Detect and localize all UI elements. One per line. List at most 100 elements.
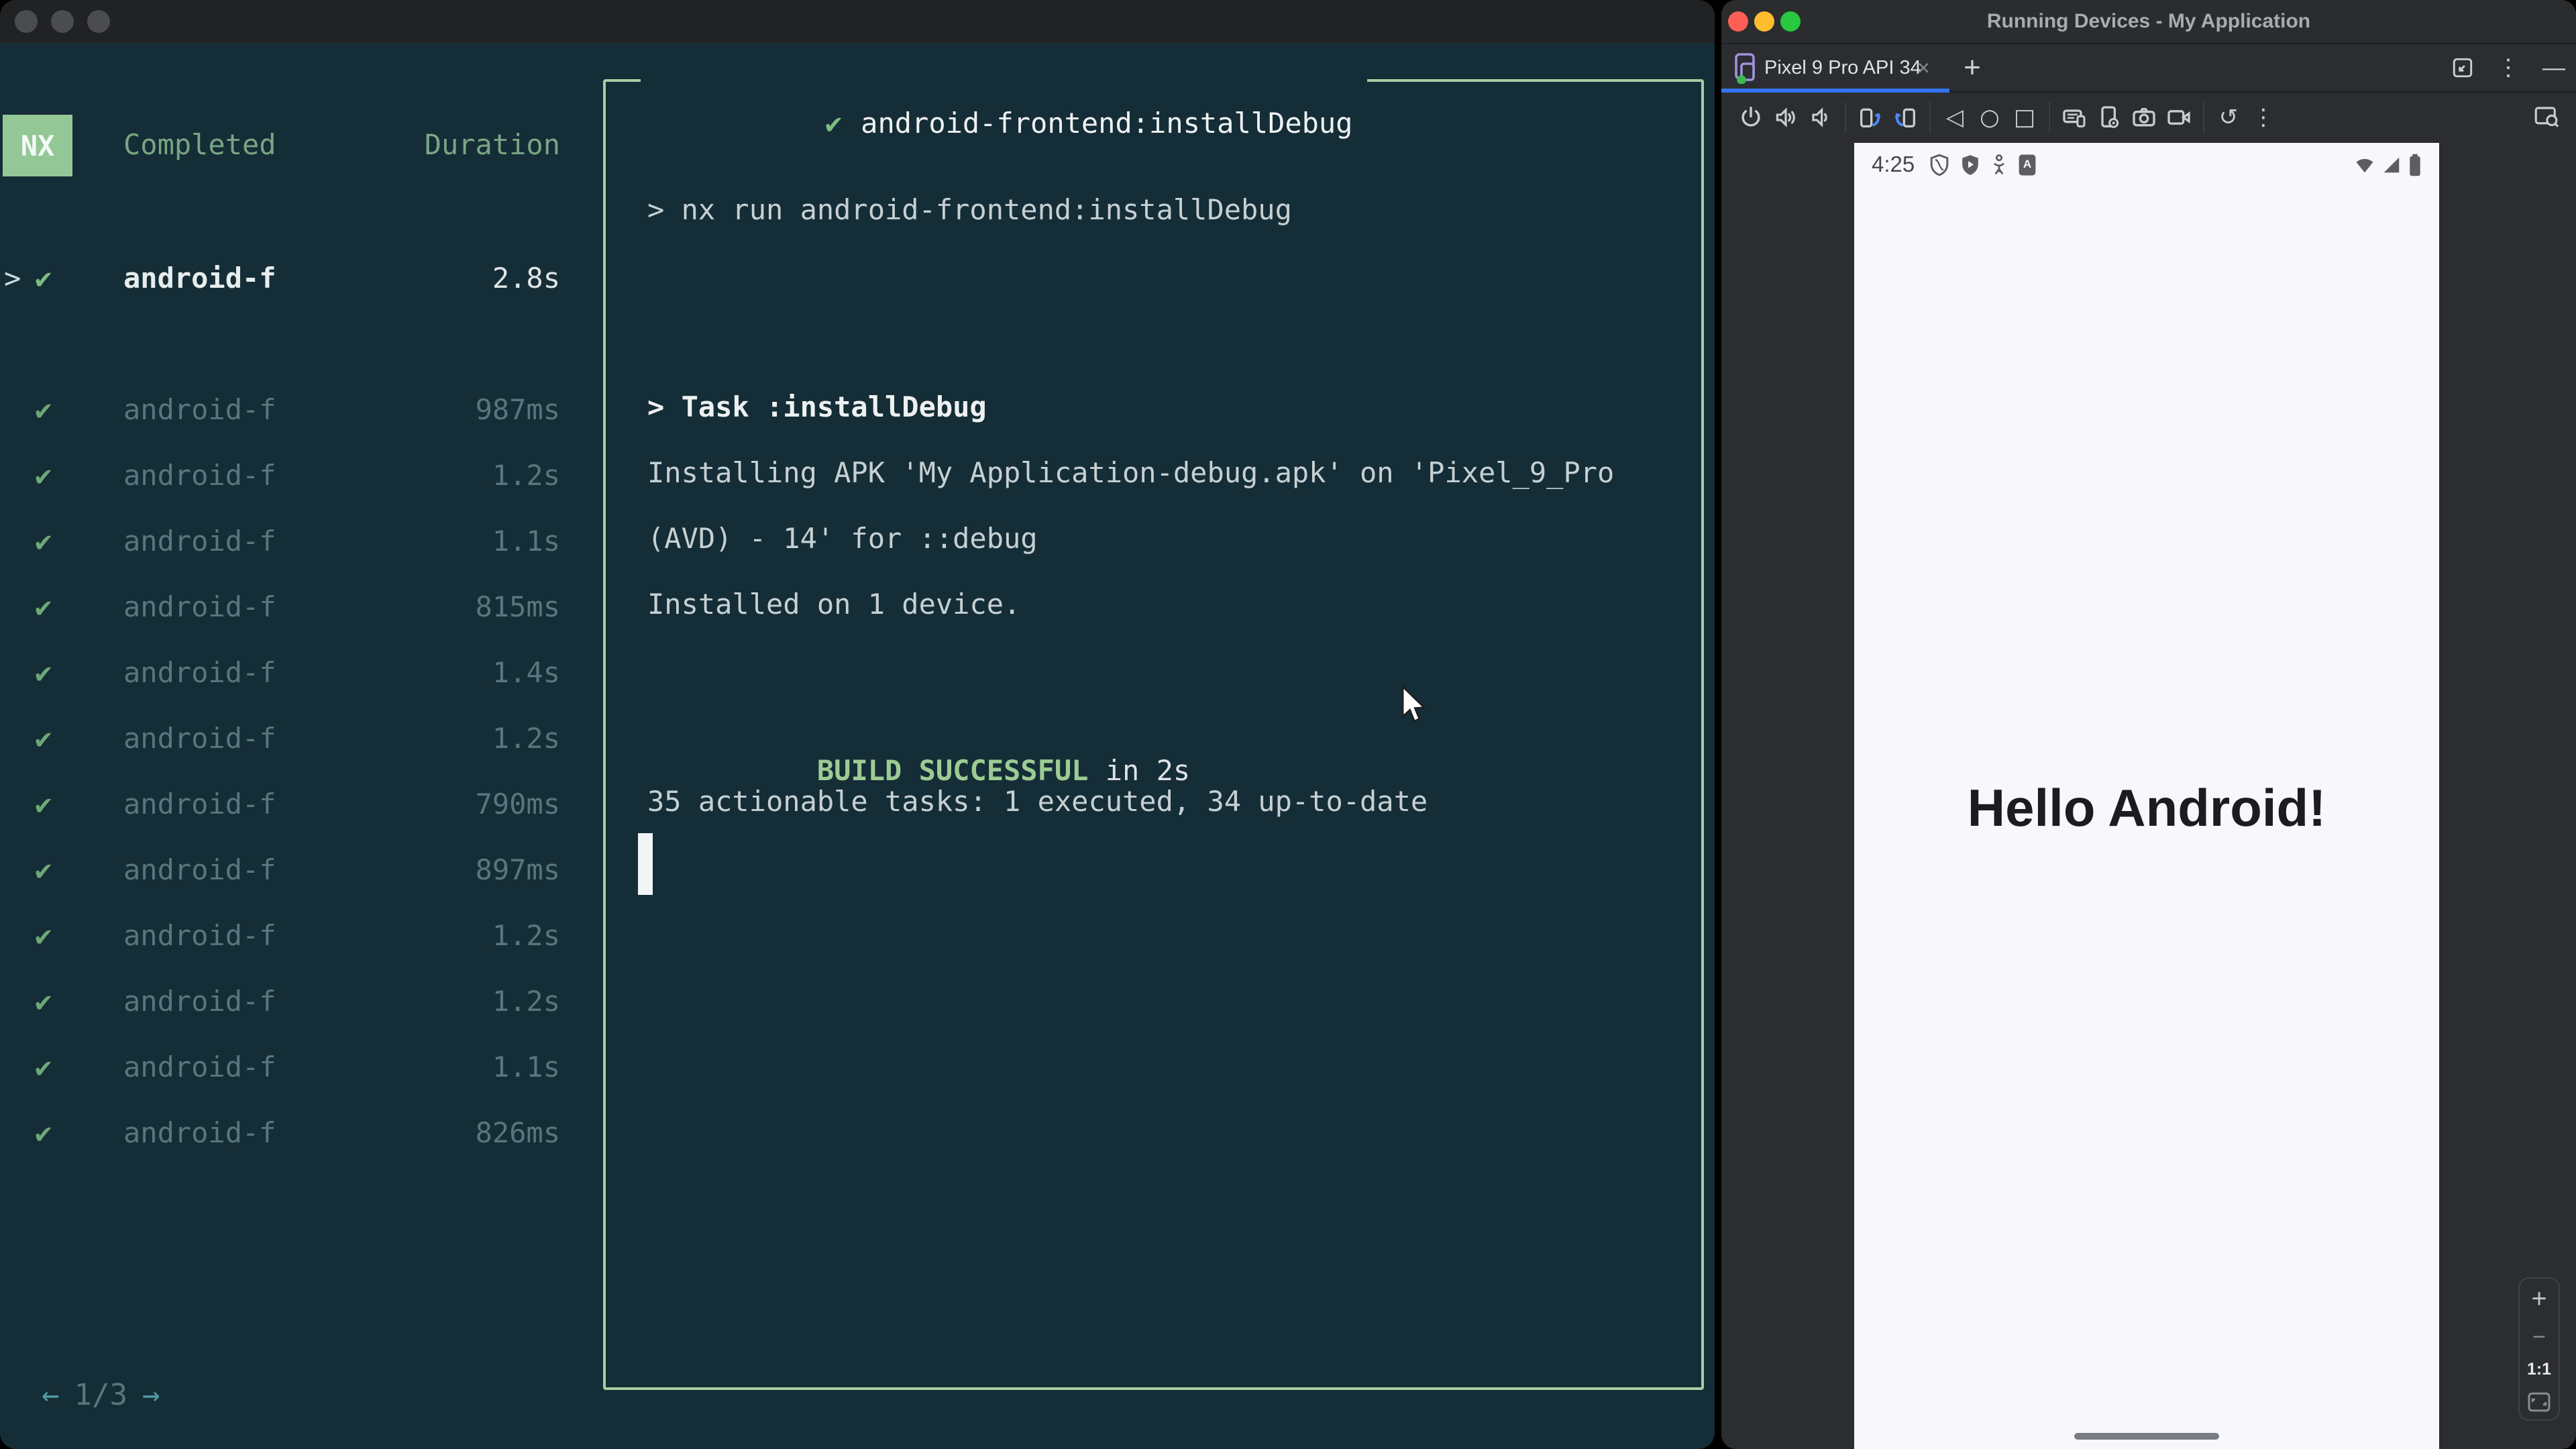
task-name: android-f: [123, 590, 276, 623]
task-duration: 2.8s: [492, 261, 560, 294]
task-row[interactable]: ✔ android-f 1.4s: [0, 639, 584, 705]
check-icon: ✔: [35, 984, 52, 1018]
toolbar-separator: [1845, 102, 1846, 133]
task-duration: 826ms: [475, 1116, 560, 1149]
check-icon: ✔: [35, 261, 52, 294]
battery-icon: [2408, 154, 2422, 176]
next-page-arrow[interactable]: →: [142, 1378, 160, 1412]
volume-down-button[interactable]: [1803, 100, 1838, 135]
maximize-window-button[interactable]: [1780, 11, 1801, 32]
task-row[interactable]: ✔ android-f 1.1s: [0, 1034, 584, 1099]
studio-titlebar: Running Devices - My Application: [1721, 0, 2576, 44]
task-duration: 1.1s: [492, 524, 560, 557]
snippets-button[interactable]: [2057, 100, 2092, 135]
toolbar-separator: [2049, 102, 2050, 133]
selection-caret: >: [4, 261, 21, 294]
task-row[interactable]: ✔ android-f 1.2s: [0, 442, 584, 508]
tab-label: Pixel 9 Pro API 34: [1764, 56, 1921, 78]
task-row[interactable]: ✔ android-f 897ms: [0, 837, 584, 902]
nx-terminal-window: NX Completed Duration > ✔ android-f 2.8s…: [0, 0, 1715, 1449]
check-icon: ✔: [35, 524, 52, 557]
check-icon: ✔: [35, 918, 52, 952]
device-settings-button[interactable]: [2092, 100, 2127, 135]
pagination: ← 1/3 →: [42, 1362, 160, 1428]
power-button[interactable]: [1733, 100, 1768, 135]
emulator-toolbar: ◁ ○ □ ↺ ⋮: [1721, 93, 2576, 142]
hide-panel-icon[interactable]: —: [2542, 55, 2565, 81]
fit-to-window-icon[interactable]: [2527, 1391, 2551, 1413]
gesture-navigation-bar[interactable]: [2074, 1433, 2219, 1440]
task-row[interactable]: ✔ android-f 1.2s: [0, 902, 584, 968]
new-tab-button[interactable]: +: [1955, 44, 1990, 91]
device-tabbar: Pixel 9 Pro API 34 × + ⋮ —: [1721, 44, 2576, 93]
more-options-icon[interactable]: ⋮: [2497, 54, 2520, 81]
toolbar-more-icon[interactable]: ⋮: [2246, 100, 2281, 135]
home-button[interactable]: ○: [1972, 100, 2007, 135]
statusbar-right-icons: [2355, 154, 2422, 176]
task-row-selected[interactable]: > ✔ android-f 2.8s: [0, 245, 584, 311]
mouse-cursor: [1399, 686, 1428, 726]
rotate-right-button[interactable]: [1888, 100, 1923, 135]
volume-up-button[interactable]: [1768, 100, 1803, 135]
close-window-button[interactable]: [1728, 11, 1748, 32]
task-name: android-f: [123, 918, 276, 952]
screenshot-button[interactable]: [2127, 100, 2161, 135]
output-title-text: android-frontend:installDebug: [861, 107, 1353, 140]
android-statusbar: 4:25 A: [1854, 143, 2439, 183]
tab-pixel-9-pro[interactable]: Pixel 9 Pro API 34 ×: [1721, 44, 1949, 93]
macos-titlebar: [0, 0, 1715, 43]
task-duration: 1.4s: [492, 655, 560, 689]
task-list-header: NX Completed Duration: [0, 111, 584, 177]
build-result-line: BUILD SUCCESSFUL in 2s: [647, 718, 1190, 787]
phone-icon: [1733, 53, 1759, 84]
task-name: android-f: [123, 853, 276, 886]
minimize-window-button[interactable]: [51, 10, 74, 33]
display-zoom-icon[interactable]: [2529, 100, 2564, 135]
overview-button[interactable]: □: [2007, 100, 2042, 135]
prev-page-arrow[interactable]: ←: [42, 1378, 60, 1412]
check-icon: ✔: [824, 107, 843, 140]
task-row[interactable]: ✔ android-f 815ms: [0, 574, 584, 639]
task-row[interactable]: ✔ android-f 790ms: [0, 771, 584, 837]
close-window-button[interactable]: [15, 10, 38, 33]
accessibility-person-icon: [1991, 154, 2007, 176]
toolbar-separator: [2203, 102, 2204, 133]
task-list-pane: NX Completed Duration > ✔ android-f 2.8s…: [0, 43, 584, 1449]
app-notification-icon: A: [2018, 154, 2037, 176]
task-name: android-f: [123, 524, 276, 557]
zoom-in-button[interactable]: +: [2531, 1285, 2546, 1312]
terminal-cursor: [638, 833, 653, 895]
column-header-completed: Completed: [123, 127, 276, 161]
task-duration: 790ms: [475, 787, 560, 820]
emulator-panel: 4:25 A Hello Android! + − 1:1: [1721, 142, 2576, 1449]
actual-size-button[interactable]: 1:1: [2527, 1361, 2551, 1378]
vpn-shield-icon: [1929, 154, 1949, 176]
maximize-window-button[interactable]: [87, 10, 110, 33]
float-window-icon[interactable]: [2451, 56, 2474, 79]
rotate-left-button[interactable]: [1853, 100, 1888, 135]
task-row[interactable]: ✔ android-f 1.2s: [0, 705, 584, 771]
restart-button[interactable]: ↺: [2211, 100, 2246, 135]
tab-close-icon[interactable]: ×: [1917, 44, 1930, 91]
zoom-out-button[interactable]: −: [2532, 1326, 2546, 1348]
zoom-controls: + − 1:1: [2518, 1277, 2560, 1421]
task-name: android-f: [123, 458, 276, 492]
terminal-command-line: > nx run android-frontend:installDebug: [647, 193, 1292, 226]
task-duration: 815ms: [475, 590, 560, 623]
task-row[interactable]: ✔ android-f 987ms: [0, 376, 584, 442]
screen-record-button[interactable]: [2161, 100, 2196, 135]
task-duration: 1.2s: [492, 721, 560, 755]
task-row[interactable]: ✔ android-f 1.2s: [0, 968, 584, 1034]
minimize-window-button[interactable]: [1754, 11, 1774, 32]
back-button[interactable]: ◁: [1937, 100, 1972, 135]
gradle-task-line: > Task :installDebug: [647, 390, 987, 423]
svg-text:A: A: [2023, 158, 2031, 170]
task-name: android-f: [123, 392, 276, 426]
task-name: android-f: [123, 984, 276, 1018]
nx-tui: NX Completed Duration > ✔ android-f 2.8s…: [0, 43, 1715, 1449]
task-row[interactable]: ✔ android-f 826ms: [0, 1099, 584, 1165]
check-icon: ✔: [35, 853, 52, 886]
page-indicator: 1/3: [74, 1377, 127, 1412]
task-row[interactable]: ✔ android-f 1.1s: [0, 508, 584, 574]
emulator-screen[interactable]: 4:25 A Hello Android!: [1854, 143, 2439, 1449]
